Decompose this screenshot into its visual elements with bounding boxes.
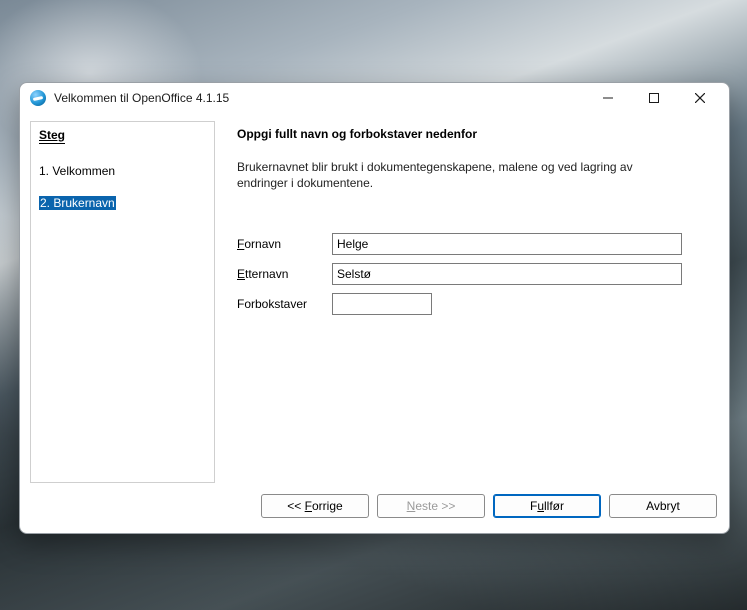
page-heading: Oppgi fullt navn og forbokstaver nedenfo… [237,127,713,141]
titlebar[interactable]: Velkommen til OpenOffice 4.1.15 [20,83,729,113]
finish-button[interactable]: Fullfør [493,494,601,518]
wizard-window: Velkommen til OpenOffice 4.1.15 Steg 1. … [19,82,730,534]
lastname-input[interactable] [332,263,682,285]
step-username[interactable]: 2. Brukernavn [39,196,116,210]
main-panel: Oppgi fullt navn og forbokstaver nedenfo… [215,121,719,483]
firstname-label: Fornavn [237,237,332,251]
back-button[interactable]: << Forrige [261,494,369,518]
step-welcome[interactable]: 1. Velkommen [39,164,206,178]
firstname-input[interactable] [332,233,682,255]
page-description: Brukernavnet blir brukt i dokumentegensk… [237,159,667,191]
next-button[interactable]: Neste >> [377,494,485,518]
close-button[interactable] [677,83,723,113]
desktop-background: Velkommen til OpenOffice 4.1.15 Steg 1. … [0,0,747,610]
wizard-footer: << Forrige Neste >> Fullfør Avbryt [20,483,729,533]
steps-heading: Steg [39,128,65,144]
steps-sidebar: Steg 1. Velkommen 2. Brukernavn [30,121,215,483]
minimize-button[interactable] [585,83,631,113]
initials-label: Forbokstaver [237,297,332,311]
openoffice-icon [30,90,46,106]
window-title: Velkommen til OpenOffice 4.1.15 [54,91,229,105]
cancel-button[interactable]: Avbryt [609,494,717,518]
maximize-button[interactable] [631,83,677,113]
lastname-label: Etternavn [237,267,332,281]
initials-input[interactable] [332,293,432,315]
